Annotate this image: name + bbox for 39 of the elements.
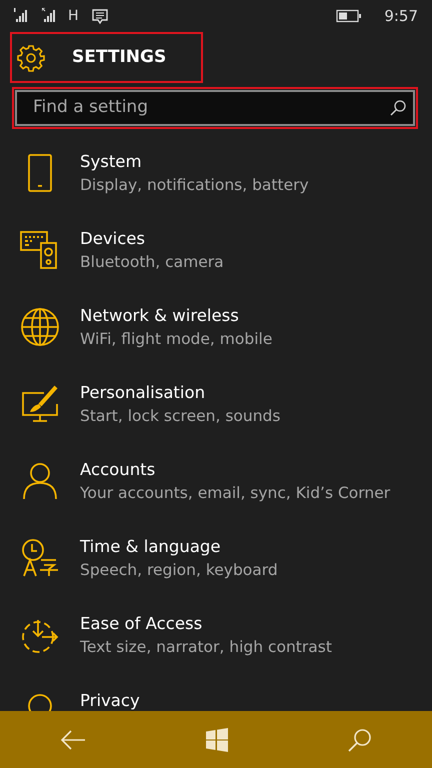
item-title: Privacy [80,690,140,711]
battery-icon [336,9,362,23]
globe-icon [20,307,60,347]
item-subtitle: WiFi, flight mode, mobile [80,329,272,350]
item-subtitle: Your accounts, email, sync, Kid’s Corner [80,483,390,504]
message-icon [90,7,109,25]
keyboard-speaker-icon [20,230,60,270]
item-subtitle: Bluetooth, camera [80,252,224,273]
settings-item[interactable]: Time & language Speech, region, keyboard [0,536,432,613]
page-title: SETTINGS [72,46,166,69]
item-title: Accounts [80,459,156,481]
item-subtitle: Speech, region, keyboard [80,560,278,581]
item-title: Time & language [80,536,222,558]
item-title: Personalisation [80,382,206,404]
settings-item[interactable]: Personalisation Start, lock screen, sounds [0,382,432,459]
signal-icon [42,8,58,24]
windows-logo-icon[interactable] [205,728,229,752]
clock-language-icon [20,538,60,578]
item-title: System [80,151,143,173]
paintbrush-monitor-icon [20,384,60,424]
item-title: Devices [80,228,146,250]
settings-item[interactable]: Network & wireless WiFi, flight mode, mobile [0,305,432,382]
network-type-label: H [68,6,79,26]
search-icon[interactable] [389,99,407,117]
search-field[interactable]: Find a setting [15,90,415,126]
signal-icon [14,8,30,24]
item-title: Network & wireless [80,305,240,327]
item-subtitle: Display, notifications, battery [80,175,309,196]
clock-time: 9:57 [384,6,418,27]
item-subtitle: Text size, narrator, high contrast [80,637,332,658]
settings-item[interactable]: Devices Bluetooth, camera [0,228,432,305]
item-title: Ease of Access [80,613,204,635]
settings-item[interactable]: Ease of Access Text size, narrator, high contrast [0,613,432,690]
settings-icon [16,42,46,72]
settings-item[interactable]: Privacy [0,690,432,711]
settings-item[interactable]: Accounts Your accounts, email, sync, Kid’s Corner [0,459,432,536]
settings-item[interactable]: System Display, notifications, battery [0,151,432,228]
item-subtitle: Start, lock screen, sounds [80,406,280,427]
person-icon [20,461,60,501]
